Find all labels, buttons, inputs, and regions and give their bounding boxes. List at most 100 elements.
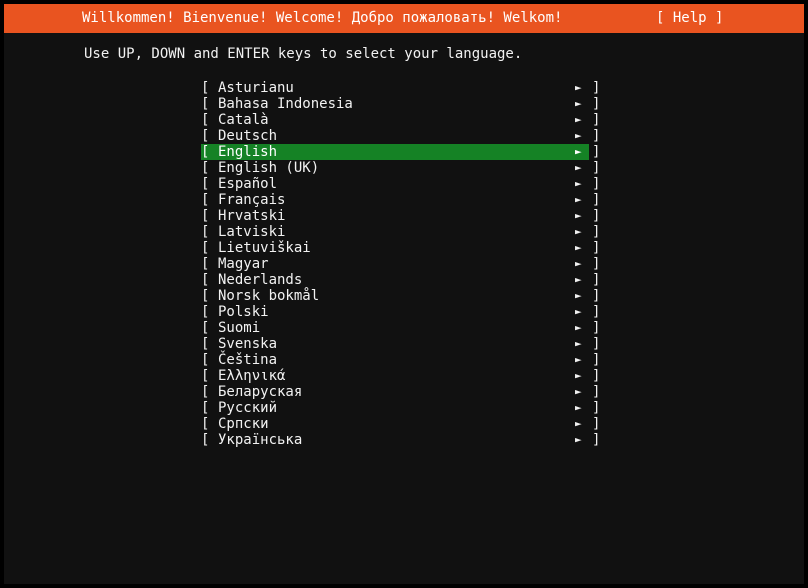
language-label: Magyar <box>218 256 269 272</box>
close-bracket: ] <box>592 352 600 368</box>
close-bracket: ] <box>592 304 600 320</box>
open-bracket: [ <box>201 144 209 160</box>
language-list-item[interactable]: [ Українська ►] <box>197 432 601 448</box>
language-list-item[interactable]: [Bahasa Indonesia►] <box>197 96 601 112</box>
language-list-item[interactable]: [ Беларуская ►] <box>197 384 601 400</box>
chevron-right-icon: ► <box>575 208 582 224</box>
chevron-right-icon: ► <box>575 320 582 336</box>
close-bracket: ] <box>592 288 600 304</box>
chevron-right-icon: ► <box>575 416 582 432</box>
language-list-item[interactable]: [ Српски ►] <box>197 416 601 432</box>
language-label: Latviski <box>218 224 285 240</box>
close-bracket: ] <box>592 96 600 112</box>
language-list-item[interactable]: [English (UK)►] <box>197 160 601 176</box>
close-bracket: ] <box>592 240 600 256</box>
close-bracket: ] <box>592 416 600 432</box>
language-list-item[interactable]: [ Русский ►] <box>197 400 601 416</box>
language-list-item[interactable]: [Español►] <box>197 176 601 192</box>
language-list-item[interactable]: [ Deutsch ►] <box>197 128 601 144</box>
open-bracket: [ <box>201 240 209 256</box>
close-bracket: ] <box>592 256 600 272</box>
chevron-right-icon: ► <box>575 272 582 288</box>
open-bracket: [ <box>201 128 209 144</box>
language-list-item[interactable]: [Català►] <box>197 112 601 128</box>
language-label: Українська <box>218 432 302 448</box>
open-bracket: [ <box>201 96 209 112</box>
language-label: Norsk bokmål <box>218 288 319 304</box>
language-label: Беларуская <box>218 384 302 400</box>
language-list-item[interactable]: [ Nederlands ►] <box>197 272 601 288</box>
open-bracket: [ <box>201 368 209 384</box>
close-bracket: ] <box>592 144 600 160</box>
language-list-item[interactable]: [Polski►] <box>197 304 601 320</box>
close-bracket: ] <box>592 336 600 352</box>
language-label: Suomi <box>218 320 260 336</box>
open-bracket: [ <box>201 272 209 288</box>
close-bracket: ] <box>592 192 600 208</box>
language-list-item[interactable]: [Magyar►] <box>197 256 601 272</box>
open-bracket: [ <box>201 400 209 416</box>
open-bracket: [ <box>201 304 209 320</box>
header-bar: Willkommen! Bienvenue! Welcome! Добро по… <box>4 4 804 33</box>
language-list-item[interactable]: [English►] <box>197 144 601 160</box>
help-button[interactable]: [ Help ] <box>656 4 723 33</box>
open-bracket: [ <box>201 112 209 128</box>
open-bracket: [ <box>201 192 209 208</box>
close-bracket: ] <box>592 400 600 416</box>
language-list-item[interactable]: [Lietuviškai►] <box>197 240 601 256</box>
close-bracket: ] <box>592 432 600 448</box>
chevron-right-icon: ► <box>575 160 582 176</box>
language-label: English <box>218 144 277 160</box>
chevron-right-icon: ► <box>575 288 582 304</box>
language-label: Bahasa Indonesia <box>218 96 353 112</box>
chevron-right-icon: ► <box>575 80 582 96</box>
chevron-right-icon: ► <box>575 384 582 400</box>
language-label: Nederlands <box>218 272 302 288</box>
chevron-right-icon: ► <box>575 240 582 256</box>
language-list-item[interactable]: [Čeština►] <box>197 352 601 368</box>
close-bracket: ] <box>592 208 600 224</box>
close-bracket: ] <box>592 272 600 288</box>
chevron-right-icon: ► <box>575 128 582 144</box>
language-label: Español <box>218 176 277 192</box>
language-label: Русский <box>218 400 277 416</box>
close-bracket: ] <box>592 320 600 336</box>
installer-screen: Willkommen! Bienvenue! Welcome! Добро по… <box>0 0 808 588</box>
chevron-right-icon: ► <box>575 336 582 352</box>
welcome-title: Willkommen! Bienvenue! Welcome! Добро по… <box>82 4 562 33</box>
language-label: Deutsch <box>218 128 277 144</box>
open-bracket: [ <box>201 336 209 352</box>
chevron-right-icon: ► <box>575 400 582 416</box>
close-bracket: ] <box>592 128 600 144</box>
language-list-item[interactable]: [Asturianu►] <box>197 80 601 96</box>
close-bracket: ] <box>592 160 600 176</box>
language-list-item[interactable]: [Svenska►] <box>197 336 601 352</box>
language-list-item[interactable]: [Ελληνικά►] <box>197 368 601 384</box>
instruction-text: Use UP, DOWN and ENTER keys to select yo… <box>84 46 522 63</box>
chevron-right-icon: ► <box>575 112 582 128</box>
language-label: Čeština <box>218 352 277 368</box>
language-label: Hrvatski <box>218 208 285 224</box>
language-label: Français <box>218 192 285 208</box>
close-bracket: ] <box>592 112 600 128</box>
chevron-right-icon: ► <box>575 432 582 448</box>
language-list-item[interactable]: [Latviski►] <box>197 224 601 240</box>
open-bracket: [ <box>201 320 209 336</box>
language-list-item[interactable]: [ Suomi ►] <box>197 320 601 336</box>
open-bracket: [ <box>201 384 209 400</box>
chevron-right-icon: ► <box>575 224 582 240</box>
open-bracket: [ <box>201 416 209 432</box>
open-bracket: [ <box>201 208 209 224</box>
chevron-right-icon: ► <box>575 352 582 368</box>
close-bracket: ] <box>592 384 600 400</box>
close-bracket: ] <box>592 368 600 384</box>
language-list-item[interactable]: [ Hrvatski ►] <box>197 208 601 224</box>
open-bracket: [ <box>201 432 209 448</box>
language-label: Српски <box>218 416 269 432</box>
open-bracket: [ <box>201 288 209 304</box>
chevron-right-icon: ► <box>575 256 582 272</box>
console-area: Willkommen! Bienvenue! Welcome! Добро по… <box>4 4 804 584</box>
language-list-item[interactable]: [ Norsk bokmål ►] <box>197 288 601 304</box>
language-list-item[interactable]: [Français►] <box>197 192 601 208</box>
language-list: [Asturianu►][Bahasa Indonesia►][Català►]… <box>197 80 601 448</box>
